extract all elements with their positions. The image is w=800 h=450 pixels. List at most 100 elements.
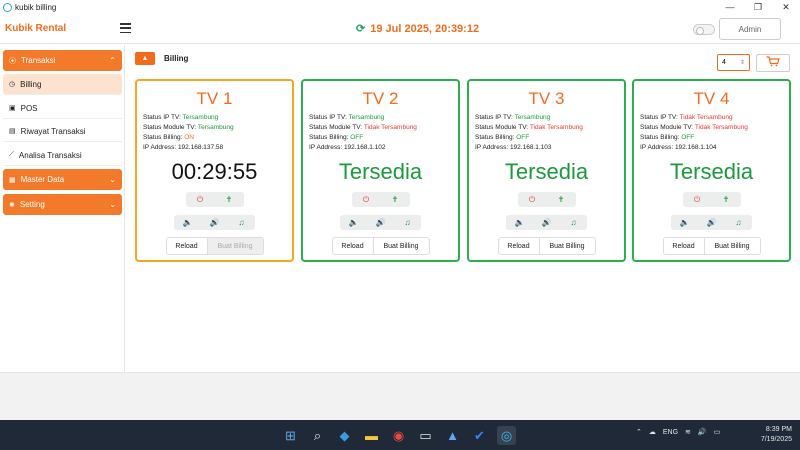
power-button-group: ⏻ ✝ bbox=[185, 192, 244, 207]
status-ip-tv: Status IP TV: Tersambung bbox=[475, 113, 583, 123]
ip-address-value: 192.168.137.58 bbox=[177, 144, 224, 151]
speaker-icon[interactable]: 🔊 bbox=[698, 428, 707, 436]
status-billing: Status Billing: OFF bbox=[475, 133, 583, 143]
chart-icon: ⟋ bbox=[9, 151, 14, 158]
ip-address: IP Address: 192.168.137.58 bbox=[143, 143, 234, 153]
collapse-button[interactable]: ▲ bbox=[135, 52, 155, 65]
status-ip-tv-label: Status IP TV: bbox=[143, 114, 183, 121]
reload-button[interactable]: Reload bbox=[498, 238, 539, 254]
action-buttons: Reload Buat Billing bbox=[634, 237, 789, 255]
buat-billing-button[interactable]: Buat Billing bbox=[372, 238, 429, 254]
photos-icon[interactable]: ▲ bbox=[443, 426, 462, 445]
sidebar-group-master-data[interactable]: ▦ Master Data ⌄ bbox=[3, 169, 122, 190]
availability-status: Tersedia bbox=[669, 159, 754, 184]
cloud-icon[interactable]: ☁ bbox=[649, 428, 656, 436]
ip-address-label: IP Address: bbox=[143, 144, 178, 151]
person-icon[interactable]: ✝ bbox=[712, 192, 741, 207]
windows-start-icon[interactable]: ⊞ bbox=[281, 426, 300, 445]
buat-billing-button[interactable]: Buat Billing bbox=[538, 238, 595, 254]
close-button[interactable]: ✕ bbox=[772, 2, 800, 13]
sidebar-item-label: Riwayat Transaksi bbox=[20, 126, 86, 136]
page-title: Billing bbox=[164, 54, 189, 63]
volume-up-icon[interactable]: 🔊 bbox=[533, 215, 560, 230]
cart-button[interactable] bbox=[756, 54, 790, 72]
reload-button[interactable]: Reload bbox=[663, 238, 704, 254]
status-module-tv-label: Status Module TV: bbox=[475, 124, 530, 131]
refresh-icon[interactable]: ⟳ bbox=[356, 22, 365, 35]
person-icon[interactable]: ✝ bbox=[381, 192, 410, 207]
power-icon[interactable]: ⏻ bbox=[186, 192, 215, 207]
sidebar-group-label: Transaksi bbox=[21, 56, 56, 65]
chevron-up-icon[interactable]: ⌃ bbox=[636, 428, 642, 436]
main-content: ▲ Billing 4 ⇕ TV 1 Status IP TV: Tersamb… bbox=[125, 45, 800, 372]
status-billing-value: OFF bbox=[350, 134, 364, 141]
terminal-icon[interactable]: ▭ bbox=[416, 426, 435, 445]
wifi-icon[interactable]: ≋ bbox=[685, 428, 691, 436]
mic-icon[interactable]: ♫ bbox=[560, 215, 587, 230]
sidebar-item-riwayat[interactable]: ▤ Riwayat Transaksi bbox=[3, 121, 122, 142]
search-icon[interactable]: ⌕ bbox=[308, 426, 327, 445]
minimize-button[interactable]: — bbox=[716, 2, 744, 13]
ip-address-value: 192.168.1.103 bbox=[509, 144, 552, 151]
sidebar-group-transaksi[interactable]: ⦿ Transaksi ⌃ bbox=[3, 50, 122, 71]
volume-up-icon[interactable]: 🔊 bbox=[367, 215, 394, 230]
taskbar-clock[interactable]: 8:39 PM 7/19/2025 bbox=[752, 425, 792, 445]
todo-icon[interactable]: ✔ bbox=[470, 426, 489, 445]
chrome-icon[interactable]: ◉ bbox=[389, 426, 408, 445]
status-module-tv-label: Status Module TV: bbox=[309, 124, 364, 131]
language-indicator[interactable]: ENG bbox=[663, 429, 678, 436]
quantity-select[interactable]: 4 ⇕ bbox=[717, 54, 750, 71]
reload-button[interactable]: Reload bbox=[166, 238, 207, 254]
power-icon[interactable]: ⏻ bbox=[352, 192, 381, 207]
status-ip-tv-label: Status IP TV: bbox=[475, 114, 515, 121]
gear-icon: ✹ bbox=[9, 201, 15, 209]
power-button-group: ⏻ ✝ bbox=[517, 192, 576, 207]
mic-icon[interactable]: ♫ bbox=[228, 215, 255, 230]
transaksi-icon: ⦿ bbox=[9, 57, 16, 65]
action-buttons: Reload Buat Billing bbox=[469, 237, 624, 255]
volume-down-icon[interactable]: 🔈 bbox=[671, 215, 698, 230]
volume-down-icon[interactable]: 🔈 bbox=[340, 215, 367, 230]
sidebar-item-label: POS bbox=[20, 103, 38, 113]
volume-up-icon[interactable]: 🔊 bbox=[698, 215, 725, 230]
admin-button[interactable]: Admin bbox=[719, 18, 781, 40]
app-header: Kubik Rental ⟳ 19 Jul 2025, 20:39:12 bbox=[0, 14, 800, 44]
mic-icon[interactable]: ♫ bbox=[394, 215, 421, 230]
status-module-tv-label: Status Module TV: bbox=[143, 124, 198, 131]
volume-down-icon[interactable]: 🔈 bbox=[174, 215, 201, 230]
mic-icon[interactable]: ♫ bbox=[725, 215, 752, 230]
theme-toggle[interactable] bbox=[693, 24, 715, 35]
status-billing: Status Billing: ON bbox=[143, 133, 234, 143]
cart-icon bbox=[766, 54, 780, 72]
billing-timer: 00:29:55 bbox=[171, 159, 258, 184]
availability-status: Tersedia bbox=[504, 159, 589, 184]
vscode-icon[interactable]: ◆ bbox=[335, 426, 354, 445]
sidebar-group-setting[interactable]: ✹ Setting ⌄ bbox=[3, 194, 122, 215]
taskbar-apps: ⊞ ⌕ ◆ ▬ ◉ ▭ ▲ ✔ ◎ bbox=[281, 426, 516, 445]
ip-address-value: 192.168.1.104 bbox=[674, 144, 717, 151]
maximize-button[interactable]: ❐ bbox=[744, 2, 772, 13]
power-icon[interactable]: ⏻ bbox=[518, 192, 547, 207]
clock-icon: ◷ bbox=[9, 81, 16, 88]
reload-button[interactable]: Reload bbox=[332, 238, 373, 254]
person-icon[interactable]: ✝ bbox=[215, 192, 244, 207]
buat-billing-button[interactable]: Buat Billing bbox=[703, 238, 760, 254]
buat-billing-button[interactable]: Buat Billing bbox=[206, 238, 263, 254]
status-ip-tv: Status IP TV: Tersambung bbox=[143, 113, 234, 123]
volume-controls: 🔈 🔊 ♫ bbox=[137, 215, 292, 230]
power-icon[interactable]: ⏻ bbox=[683, 192, 712, 207]
sidebar-item-pos[interactable]: ▣ POS bbox=[3, 98, 122, 119]
volume-down-icon[interactable]: 🔈 bbox=[506, 215, 533, 230]
menu-toggle-icon[interactable] bbox=[120, 22, 131, 34]
volume-up-icon[interactable]: 🔊 bbox=[201, 215, 228, 230]
battery-icon[interactable]: ▭ bbox=[714, 428, 721, 436]
tv-name: TV 4 bbox=[693, 89, 730, 108]
kubik-billing-taskbar-icon[interactable]: ◎ bbox=[497, 426, 516, 445]
sidebar-item-analisa[interactable]: ⟋ Analisa Transaksi bbox=[3, 145, 122, 166]
person-icon[interactable]: ✝ bbox=[547, 192, 576, 207]
status-billing: Status Billing: OFF bbox=[640, 133, 748, 143]
tv-card: TV 4 Status IP TV: Tidak Tersambung Stat… bbox=[632, 79, 791, 262]
sidebar-item-billing[interactable]: ◷ Billing bbox=[3, 74, 122, 95]
file-explorer-icon[interactable]: ▬ bbox=[362, 426, 381, 445]
status-ip-tv-value: Tersambung bbox=[514, 114, 551, 121]
